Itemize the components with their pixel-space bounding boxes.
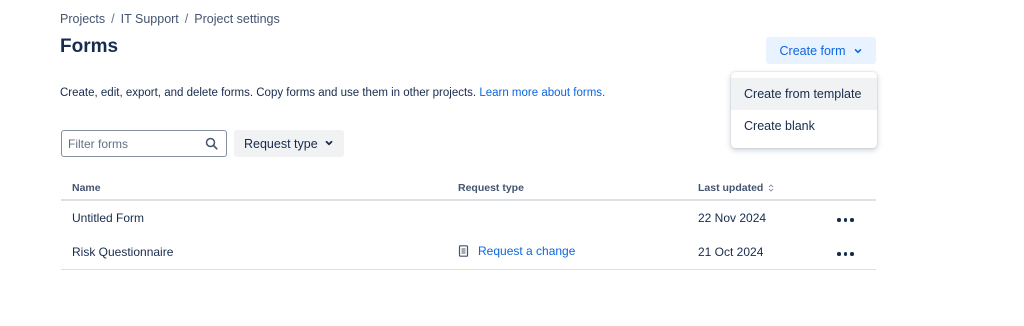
forms-table: Name Request type Last updated Untitled …	[61, 177, 876, 270]
column-header-last-updated[interactable]: Last updated	[698, 177, 835, 201]
menu-item-create-blank[interactable]: Create blank	[731, 110, 877, 142]
breadcrumb-it-support[interactable]: IT Support	[121, 12, 179, 26]
more-icon-dot	[837, 252, 841, 256]
more-icon-dot	[843, 252, 847, 256]
sort-icon	[768, 184, 774, 192]
filter-forms-field	[61, 130, 227, 157]
breadcrumb-separator: /	[111, 12, 115, 26]
breadcrumb-separator: /	[184, 12, 189, 26]
column-header-name[interactable]: Name	[61, 177, 458, 201]
more-icon-dot	[850, 218, 854, 222]
create-form-label: Create form	[779, 43, 846, 58]
form-request-type: Request a change	[458, 235, 698, 270]
form-last-updated: 21 Oct 2024	[698, 235, 835, 270]
more-icon-dot	[850, 252, 854, 256]
column-header-actions	[835, 177, 876, 201]
column-header-request-type: Request type	[458, 177, 698, 201]
request-type-filter-label: Request type	[244, 136, 318, 151]
forms-settings-page: Projects / IT Support / Project settings…	[0, 0, 1024, 326]
more-actions-button[interactable]	[835, 214, 856, 226]
breadcrumb-project-settings[interactable]: Project settings	[194, 12, 279, 26]
more-actions-button[interactable]	[835, 248, 856, 260]
breadcrumb: Projects / IT Support / Project settings	[60, 12, 280, 26]
breadcrumb-projects[interactable]: Projects	[60, 12, 105, 26]
menu-item-create-from-template[interactable]: Create from template	[731, 78, 877, 110]
table-row: Untitled Form 22 Nov 2024	[61, 200, 876, 235]
filter-forms-input[interactable]	[68, 136, 205, 151]
chevron-down-icon	[854, 48, 861, 53]
search-icon	[205, 137, 218, 150]
table-row: Risk Questionnaire Request a change 21 O…	[61, 235, 876, 270]
document-icon	[458, 245, 469, 257]
page-title: Forms	[60, 36, 119, 57]
more-icon-dot	[843, 218, 847, 222]
page-description: Create, edit, export, and delete forms. …	[60, 87, 605, 99]
request-type-link[interactable]: Request a change	[458, 244, 575, 258]
table-header-row: Name Request type Last updated	[61, 177, 876, 201]
last-updated-label: Last updated	[698, 182, 764, 194]
request-type-filter-button[interactable]: Request type	[234, 130, 344, 157]
form-request-type	[458, 200, 698, 235]
chevron-down-icon	[325, 140, 333, 145]
create-form-button[interactable]: Create form	[766, 37, 876, 64]
form-name[interactable]: Risk Questionnaire	[61, 235, 458, 270]
learn-more-link[interactable]: Learn more about forms.	[479, 87, 605, 99]
row-actions-cell	[835, 200, 876, 235]
more-icon-dot	[837, 218, 841, 222]
form-last-updated: 22 Nov 2024	[698, 211, 767, 225]
create-form-menu: Create from template Create blank	[731, 72, 877, 148]
request-type-label: Request a change	[478, 244, 576, 258]
form-name[interactable]: Untitled Form	[61, 200, 458, 235]
row-actions-cell	[835, 235, 876, 270]
description-text: Create, edit, export, and delete forms. …	[60, 87, 477, 99]
